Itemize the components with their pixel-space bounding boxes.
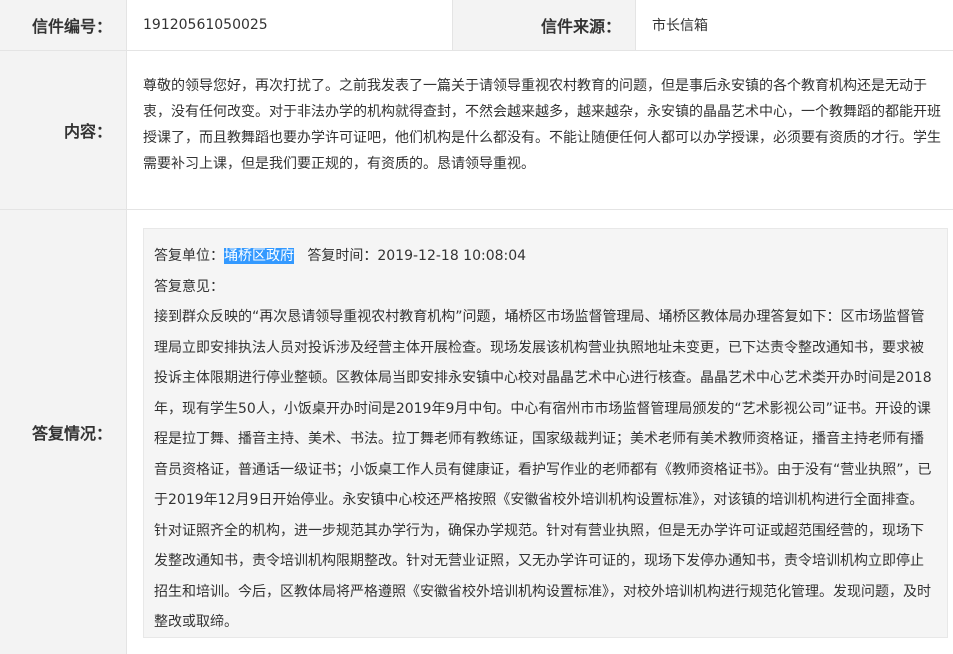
- reply-cell: 答复单位：埇桥区政府 答复时间：2019-12-18 10:08:04 答复意见…: [127, 210, 953, 654]
- letter-content-row: 内容： 尊敬的领导您好，再次打扰了。之前我发表了一篇关于请领导重视农村教育的问题…: [0, 51, 953, 210]
- reply-box: 答复单位：埇桥区政府 答复时间：2019-12-18 10:08:04 答复意见…: [143, 228, 948, 638]
- letter-number-label: 信件编号：: [0, 0, 127, 50]
- letter-source-label: 信件来源：: [453, 0, 636, 50]
- reply-unit-label: 答复单位：: [154, 248, 224, 264]
- letter-meta-row: 信件编号： 19120561050025 信件来源： 市长信箱: [0, 0, 953, 51]
- reply-meta-line: 答复单位：埇桥区政府 答复时间：2019-12-18 10:08:04: [154, 241, 937, 272]
- letter-source-value: 市长信箱: [652, 18, 708, 34]
- reply-section-label: 答复情况：: [0, 210, 127, 654]
- reply-time-value: 2019-12-18 10:08:04: [377, 248, 527, 264]
- content-label: 内容：: [0, 51, 127, 209]
- letter-number-value: 19120561050025: [127, 0, 453, 50]
- reply-row: 答复情况： 答复单位：埇桥区政府 答复时间：2019-12-18 10:08:0…: [0, 210, 953, 654]
- reply-time-label: 答复时间：: [307, 248, 378, 264]
- content-text: 尊敬的领导您好，再次打扰了。之前我发表了一篇关于请领导重视农村教育的问题，但是事…: [143, 78, 941, 172]
- reply-opinion-label: 答复意见：: [154, 278, 224, 295]
- reply-opinion-text: 接到群众反映的“再次恳请领导重视农村教育机构”问题，埇桥区市场监督管理局、埇桥区…: [154, 309, 932, 630]
- letter-table: 信件编号： 19120561050025 信件来源： 市长信箱 内容： 尊敬的领…: [0, 0, 953, 654]
- reply-unit-value[interactable]: 埇桥区政府: [224, 248, 294, 264]
